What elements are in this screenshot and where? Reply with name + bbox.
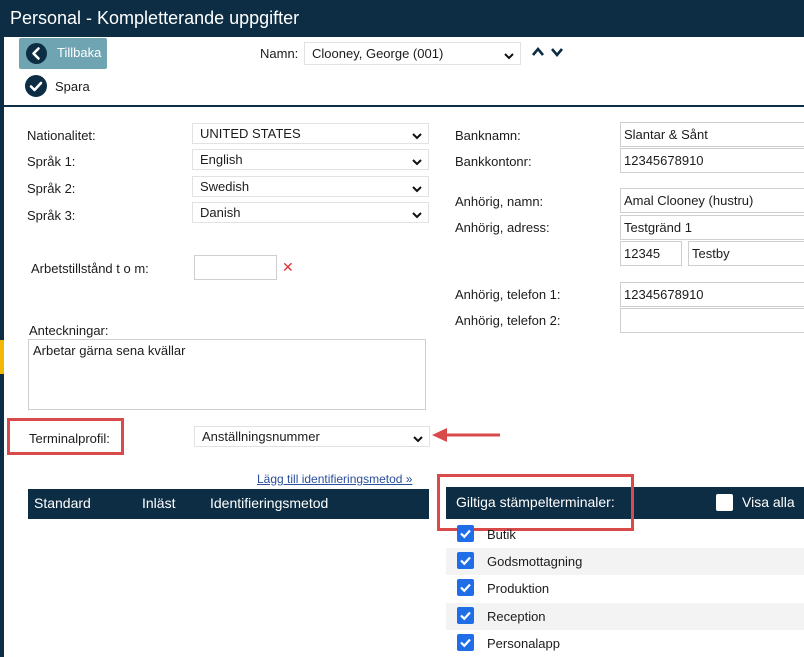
show-all-checkbox[interactable] — [716, 494, 733, 511]
chevron-down-icon — [503, 47, 515, 64]
language1-select[interactable]: English — [192, 149, 429, 170]
add-identification-link[interactable]: Lägg till identifieringsmetod » — [257, 472, 412, 486]
column-header-method[interactable]: Identifieringsmetod — [210, 489, 328, 517]
terminal-item-label: Reception — [487, 609, 546, 624]
chevron-down-icon — [412, 431, 424, 446]
relative-city-input[interactable]: Testby — [688, 241, 804, 266]
bank-account-label: Bankkontonr: — [455, 154, 532, 169]
column-header-standard[interactable]: Standard — [34, 489, 91, 517]
nationality-select[interactable]: UNITED STATES — [192, 123, 429, 144]
language2-value: Swedish — [200, 179, 250, 194]
language2-select[interactable]: Swedish — [192, 176, 429, 197]
window-title: Personal - Kompletterande uppgifter — [0, 0, 804, 37]
terminal-item[interactable]: Godsmottagning — [446, 548, 804, 575]
nationality-value: UNITED STATES — [200, 126, 301, 141]
work-permit-label: Arbetstillstånd t o m: — [31, 261, 149, 276]
save-button[interactable]: Spara — [55, 79, 90, 94]
clear-x-icon[interactable]: ✕ — [282, 259, 294, 276]
chevron-down-icon — [411, 181, 423, 196]
relative-phone2-input[interactable] — [620, 308, 804, 333]
checkbox-checked-icon[interactable] — [457, 552, 474, 569]
language3-select[interactable]: Danish — [192, 202, 429, 223]
terminal-profile-value: Anställningsnummer — [202, 429, 320, 444]
chevron-down-icon — [411, 128, 423, 143]
terminal-item[interactable]: Produktion — [446, 575, 804, 602]
terminal-profile-select[interactable]: Anställningsnummer — [194, 426, 430, 447]
terminal-item-label: Produktion — [487, 581, 550, 596]
terminal-item[interactable]: Reception — [446, 603, 804, 630]
nationality-label: Nationalitet: — [27, 128, 96, 143]
identification-table-header: Standard Inläst Identifieringsmetod — [28, 489, 429, 519]
arrow-left-annotation-icon — [430, 425, 502, 448]
back-button-label: Tillbaka — [57, 45, 102, 60]
employee-select[interactable]: Clooney, George (001) — [304, 42, 521, 65]
name-label: Namn: — [260, 46, 299, 61]
terminal-profile-label: Terminalprofil: — [29, 431, 110, 446]
employee-select-value: Clooney, George (001) — [312, 46, 444, 61]
language2-label: Språk 2: — [27, 181, 76, 196]
relative-phone2-label: Anhörig, telefon 2: — [455, 313, 561, 328]
terminal-item[interactable]: Personalapp — [446, 630, 804, 657]
chevron-down-icon[interactable] — [550, 46, 564, 61]
show-all-label[interactable]: Visa alla — [742, 487, 795, 517]
language1-label: Språk 1: — [27, 154, 76, 169]
terminal-item[interactable]: Butik — [446, 521, 804, 548]
chevron-down-icon — [411, 207, 423, 222]
relative-street-input[interactable]: Testgränd 1 — [620, 215, 804, 240]
relative-name-input[interactable]: Amal Clooney (hustru) — [620, 188, 804, 213]
language3-value: Danish — [200, 205, 241, 220]
left-edge-accent — [0, 340, 4, 374]
checkbox-checked-icon[interactable] — [457, 607, 474, 624]
notes-textarea[interactable]: Arbetar gärna sena kvällar — [28, 339, 426, 410]
bank-name-input[interactable]: Slantar & Sånt — [620, 122, 804, 147]
language3-label: Språk 3: — [27, 208, 76, 223]
terminal-item-label: Butik — [487, 527, 516, 542]
language1-value: English — [200, 152, 243, 167]
arrow-left-circle-icon — [26, 43, 47, 64]
work-permit-date-input[interactable] — [194, 255, 277, 280]
relative-address-label: Anhörig, adress: — [455, 220, 550, 235]
relative-name-label: Anhörig, namn: — [455, 194, 544, 209]
checkbox-checked-icon[interactable] — [457, 525, 474, 542]
bank-name-label: Banknamn: — [455, 128, 521, 143]
checkbox-checked-icon[interactable] — [457, 579, 474, 596]
chevron-up-icon[interactable] — [531, 46, 545, 61]
bank-account-input[interactable]: 12345678910 — [620, 148, 804, 173]
relative-zip-input[interactable]: 12345 — [620, 241, 682, 266]
relative-phone1-input[interactable]: 12345678910 — [620, 282, 804, 307]
notes-label: Anteckningar: — [29, 323, 109, 338]
toolbar-divider — [4, 105, 804, 107]
relative-phone1-label: Anhörig, telefon 1: — [455, 287, 561, 302]
checkbox-checked-icon[interactable] — [457, 634, 474, 651]
terminal-item-label: Personalapp — [487, 636, 560, 651]
column-header-read[interactable]: Inläst — [142, 489, 175, 517]
chevron-down-icon — [411, 154, 423, 169]
check-circle-icon[interactable] — [25, 75, 47, 97]
back-button[interactable]: Tillbaka — [19, 38, 107, 69]
terminal-item-label: Godsmottagning — [487, 554, 583, 569]
